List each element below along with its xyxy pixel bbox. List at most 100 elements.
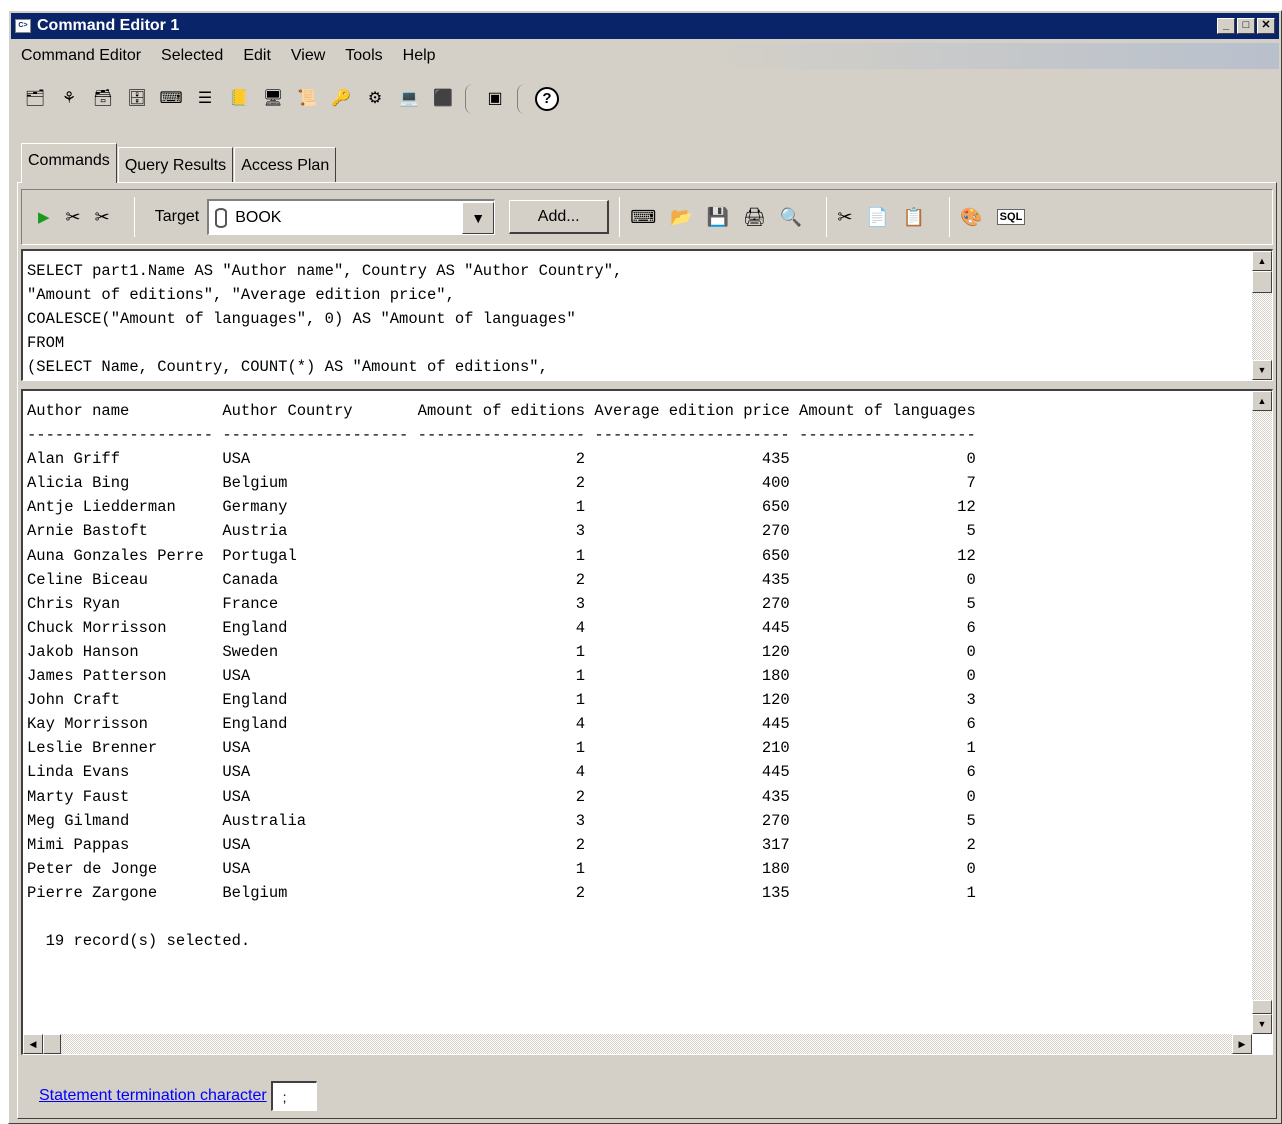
toolbar-separator — [465, 84, 475, 114]
sql-line: FROM — [27, 334, 65, 352]
development-center-icon[interactable]: ⚙ — [363, 87, 387, 111]
menu-view[interactable]: View — [291, 47, 325, 65]
results-vertical-scrollbar[interactable]: ▲ ▼ — [1252, 391, 1272, 1034]
results-summary: 19 record(s) selected. — [27, 932, 251, 951]
results-divider: -------------------- -------------------… — [27, 426, 976, 445]
results-horizontal-scrollbar[interactable]: ◀ ▶ — [23, 1034, 1252, 1054]
menu-command-editor[interactable]: Command Editor — [21, 47, 141, 65]
task-center-icon[interactable]: ☰ — [193, 87, 217, 111]
toolbar-separator — [826, 197, 828, 237]
explain-icon[interactable]: ✂ — [66, 207, 81, 228]
command-editor-window: C> Command Editor 1 _ □ ✕ Command Editor… — [8, 10, 1282, 1124]
table-row: Marty Faust USA 2 435 0 — [27, 787, 976, 806]
footer: Statement termination character ; — [39, 1081, 317, 1111]
copy-icon[interactable]: 📄 — [866, 207, 888, 228]
table-row: Arnie Bastoft Austria 3 270 5 — [27, 522, 976, 541]
minimize-button[interactable]: _ — [1217, 18, 1235, 34]
sql-assist-icon[interactable]: 🎨 — [960, 207, 982, 228]
table-row: Chuck Morrisson England 4 445 6 — [27, 618, 976, 637]
results-header: Author name Author Country Amount of edi… — [27, 402, 976, 420]
find-icon[interactable]: 🔍 — [780, 207, 802, 228]
table-row: Leslie Brenner USA 1 210 1 — [27, 739, 976, 758]
info-center-icon[interactable]: ⬛ — [431, 87, 455, 111]
help-icon[interactable]: ? — [535, 87, 559, 111]
editor-toolbar: ▶ ✂ ✂ Target BOOK ▼ Add... ⌨ 📂 💾 🖨 🔍 ✂ 📄… — [21, 189, 1273, 245]
toolbar-separator — [949, 197, 951, 237]
table-row: Alicia Bing Belgium 2 400 7 — [27, 474, 976, 493]
sql-icon[interactable]: SQL — [996, 209, 1026, 225]
sql-editor[interactable]: SELECT part1.Name AS "Author name", Coun… — [21, 249, 1273, 381]
menu-tools[interactable]: Tools — [345, 47, 382, 65]
tab-query-results[interactable]: Query Results — [117, 147, 234, 183]
data-warehouse-icon[interactable]: 🗄 — [125, 87, 149, 111]
scroll-thumb[interactable] — [1252, 1000, 1272, 1014]
control-center-icon[interactable]: 🗂 — [23, 87, 47, 111]
sql-text[interactable]: SELECT part1.Name AS "Author name", Coun… — [27, 259, 622, 379]
scroll-down-icon[interactable]: ▼ — [1252, 360, 1272, 380]
command-icon[interactable]: ⌨ — [630, 207, 656, 228]
paste-icon[interactable]: 📋 — [903, 207, 925, 228]
table-row: Linda Evans USA 4 445 6 — [27, 763, 976, 782]
table-row: Jakob Hanson Sweden 1 120 0 — [27, 642, 976, 661]
scroll-right-icon[interactable]: ▶ — [1232, 1034, 1252, 1054]
execute-icon[interactable]: ▶ — [38, 208, 50, 226]
command-editor-app-icon: C> — [15, 19, 31, 33]
scroll-down-icon[interactable]: ▼ — [1252, 1014, 1272, 1034]
scroll-thumb[interactable] — [1252, 271, 1272, 293]
window-title: Command Editor 1 — [37, 17, 180, 34]
toolbar-separator — [619, 197, 621, 237]
replication-center-icon[interactable]: ⚘ — [57, 87, 81, 111]
open-folder-icon[interactable]: 📂 — [670, 207, 692, 228]
results-text: Author name Author Country Amount of edi… — [27, 399, 976, 953]
close-button[interactable]: ✕ — [1257, 18, 1275, 34]
cut-icon[interactable]: ✂ — [837, 207, 852, 228]
scroll-left-icon[interactable]: ◀ — [23, 1034, 43, 1054]
table-row: Meg Gilmand Australia 3 270 5 — [27, 811, 976, 830]
table-row: Pierre Zargone Belgium 2 135 1 — [27, 883, 976, 902]
maximize-button[interactable]: □ — [1237, 18, 1255, 34]
scroll-up-icon[interactable]: ▲ — [1252, 251, 1272, 271]
health-center-icon[interactable]: 🖥 — [261, 87, 285, 111]
add-button[interactable]: Add... — [509, 200, 610, 234]
chevron-down-icon[interactable]: ▼ — [462, 201, 495, 234]
sql-line: COALESCE("Amount of languages", 0) AS "A… — [27, 310, 576, 328]
table-row: Alan Griff USA 2 435 0 — [27, 450, 976, 469]
toolbar-separator — [133, 197, 135, 237]
save-icon[interactable]: 💾 — [707, 207, 729, 228]
statement-termination-link[interactable]: Statement termination character — [39, 1087, 267, 1105]
journal-icon[interactable]: 📒 — [227, 87, 251, 111]
command-editor-icon[interactable]: ⌨ — [159, 87, 183, 111]
table-row: Chris Ryan France 3 270 5 — [27, 594, 976, 613]
web-tools-icon[interactable]: 💻 — [397, 87, 421, 111]
satellite-admin-icon[interactable]: 🗃 — [91, 87, 115, 111]
tab-commands[interactable]: Commands — [21, 143, 117, 183]
main-toolbar: 🗂 ⚘ 🗃 🗄 ⌨ ☰ 📒 🖥 📜 🔑 ⚙ 💻 ⬛ ▣ ? — [11, 79, 1279, 119]
table-row: Peter de Jonge USA 1 180 0 — [27, 859, 976, 878]
table-row: James Patterson USA 1 180 0 — [27, 667, 976, 686]
table-row: Kay Morrisson England 4 445 6 — [27, 715, 976, 734]
access-plan-icon[interactable]: ✂ — [95, 207, 110, 228]
print-icon[interactable]: 🖨 — [743, 207, 766, 228]
license-center-icon[interactable]: 📜 — [295, 87, 319, 111]
scroll-up-icon[interactable]: ▲ — [1252, 391, 1272, 411]
tab-strip: Commands Query Results Access Plan — [21, 143, 337, 183]
target-label: Target — [154, 208, 200, 225]
tab-access-plan[interactable]: Access Plan — [234, 147, 337, 183]
memory-visualizer-icon[interactable]: ▣ — [483, 87, 507, 111]
results-pane[interactable]: Author name Author Country Amount of edi… — [21, 389, 1273, 1055]
menu-help[interactable]: Help — [403, 47, 436, 65]
menu-edit[interactable]: Edit — [243, 47, 271, 65]
configuration-assistant-icon[interactable]: 🔑 — [329, 87, 353, 111]
sql-line: (SELECT Name, Country, COUNT(*) AS "Amou… — [27, 358, 548, 376]
title-bar[interactable]: C> Command Editor 1 _ □ ✕ — [11, 13, 1279, 39]
termination-character-input[interactable]: ; — [270, 1081, 317, 1111]
toolbar-separator — [517, 84, 527, 114]
scroll-thumb[interactable] — [43, 1034, 61, 1054]
sql-line: "Amount of editions", "Average edition p… — [27, 286, 455, 304]
sql-vertical-scrollbar[interactable]: ▲ ▼ — [1252, 251, 1272, 380]
menu-selected[interactable]: Selected — [161, 47, 223, 65]
sql-line: SELECT part1.Name AS "Author name", Coun… — [27, 262, 623, 280]
database-icon — [215, 207, 228, 228]
target-select[interactable]: BOOK ▼ — [207, 199, 496, 235]
